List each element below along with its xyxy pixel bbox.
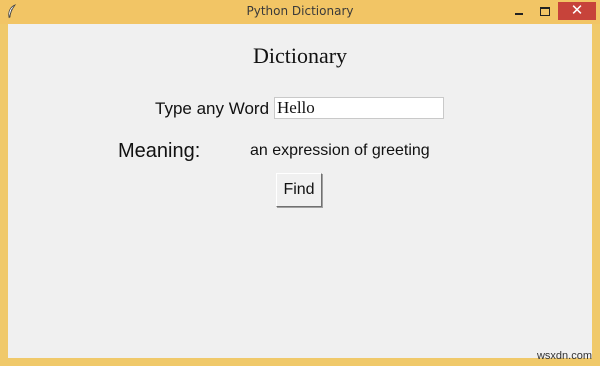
close-button[interactable]: ✕ — [558, 1, 596, 20]
client-area: Dictionary Type any Word Meaning: an exp… — [8, 24, 592, 358]
app-window: Python Dictionary ✕ Dictionary Type any … — [0, 0, 600, 366]
minimize-icon — [515, 13, 523, 15]
maximize-button[interactable] — [532, 2, 558, 20]
title-bar[interactable]: Python Dictionary ✕ — [0, 0, 600, 24]
watermark: wsxdn.com — [536, 350, 592, 362]
find-button[interactable]: Find — [276, 173, 322, 207]
page-title: Dictionary — [252, 43, 348, 68]
minimize-button[interactable] — [506, 2, 532, 20]
meaning-label: Meaning: — [118, 140, 201, 162]
word-input[interactable] — [274, 97, 444, 119]
meaning-value: an expression of greeting — [250, 142, 430, 159]
word-label: Type any Word — [155, 99, 270, 118]
maximize-icon — [540, 7, 550, 16]
close-icon: ✕ — [570, 1, 584, 19]
